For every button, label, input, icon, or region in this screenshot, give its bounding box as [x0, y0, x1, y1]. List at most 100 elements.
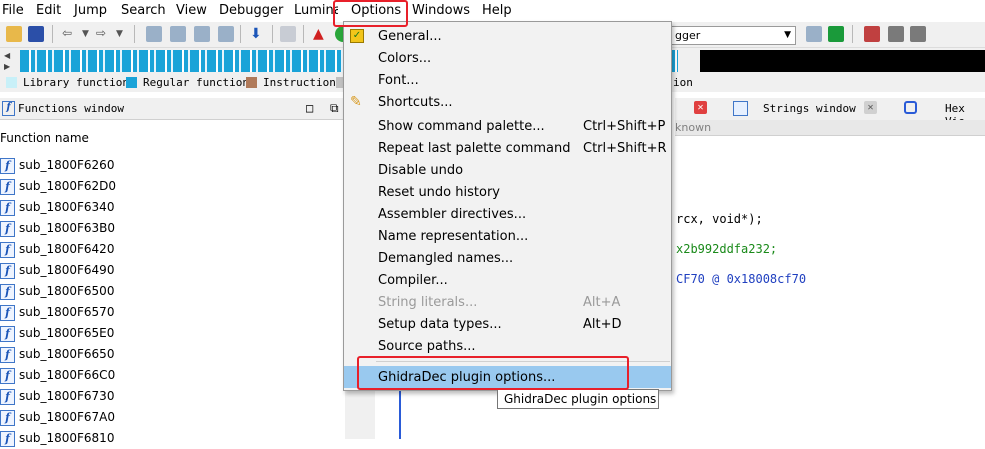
function-name: sub_1800F6730	[19, 389, 115, 403]
menu-item-demangled-names[interactable]: Demangled names...	[344, 247, 671, 269]
shortcut-label: Ctrl+Shift+R	[583, 141, 667, 156]
function-icon: f	[0, 179, 15, 195]
function-row[interactable]: f sub_1800F6570	[0, 302, 345, 323]
menu-item-name-representation[interactable]: Name representation...	[344, 225, 671, 247]
function-name-column: Function name	[0, 131, 89, 145]
function-row[interactable]: f sub_1800F63B0	[0, 218, 345, 239]
function-name: sub_1800F65E0	[19, 326, 115, 340]
legend-library-label: Library function	[23, 76, 129, 89]
toolbar-separator	[240, 25, 241, 43]
debugger-select[interactable]: gger ▼	[668, 26, 796, 45]
functions-column-header[interactable]: Function name	[0, 128, 345, 148]
edit-icon[interactable]	[280, 26, 296, 42]
forward-arrow-icon[interactable]: ⇨	[96, 26, 112, 42]
functions-window-title: Functions window	[18, 102, 124, 115]
menu-search[interactable]: Search	[121, 3, 166, 18]
search-sequence-icon[interactable]	[218, 26, 234, 42]
pseudocode-subheader: known	[675, 120, 985, 136]
breakpoints-icon[interactable]	[864, 26, 880, 42]
menu-item-string-literals: String literals... Alt+A	[378, 295, 621, 310]
function-row[interactable]: f sub_1800F6490	[0, 260, 345, 281]
function-row[interactable]: f sub_1800F6420	[0, 239, 345, 260]
code-line[interactable]: x2b992ddfa232;	[676, 242, 777, 256]
close-icon[interactable]: ✕	[694, 101, 707, 114]
restore-icon[interactable]: ⧉	[330, 101, 339, 116]
function-name: sub_1800F6500	[19, 284, 115, 298]
menu-debugger[interactable]: Debugger	[219, 3, 283, 18]
chevron-down-icon: ▼	[784, 30, 791, 40]
menu-item-source-paths[interactable]: Source paths...	[344, 335, 671, 357]
menu-item-shortcuts[interactable]: Shortcuts...	[344, 91, 671, 113]
toolbar-separator	[303, 25, 304, 43]
function-icon: f	[0, 326, 15, 342]
function-row[interactable]: f sub_1800F67A0	[0, 407, 345, 428]
maximize-icon[interactable]: □	[306, 101, 313, 115]
function-icon: f	[0, 200, 15, 216]
menu-file[interactable]: File	[2, 3, 24, 18]
shortcut-label: Alt+A	[583, 295, 621, 310]
search-binary-icon[interactable]	[146, 26, 162, 42]
menu-jump[interactable]: Jump	[74, 3, 107, 18]
menu-item-repeat-palette-command[interactable]: Repeat last palette command Ctrl+Shift+R	[344, 137, 671, 159]
strings-window-icon	[733, 101, 748, 116]
function-row[interactable]: f sub_1800F62D0	[0, 176, 345, 197]
function-icon: f	[0, 305, 15, 321]
toolbar-separator	[272, 25, 273, 43]
function-icon: f	[0, 431, 15, 447]
menu-item-setup-data-types[interactable]: Setup data types... Alt+D	[344, 313, 671, 335]
navigation-strip-unexplored[interactable]	[700, 50, 985, 72]
remove-tool-icon[interactable]	[910, 26, 926, 42]
menu-item-font[interactable]: Font...	[344, 69, 671, 91]
menu-item-show-command-palette[interactable]: Show command palette... Ctrl+Shift+P	[344, 115, 671, 137]
annotation-highlight-options-menu	[333, 0, 408, 27]
function-row[interactable]: f sub_1800F6340	[0, 197, 345, 218]
open-folder-icon[interactable]	[6, 26, 22, 42]
menu-item-assembler-directives[interactable]: Assembler directives...	[344, 203, 671, 225]
function-icon: f	[0, 410, 15, 426]
menu-lumina[interactable]: Lumina	[294, 3, 338, 18]
function-icon: f	[0, 263, 15, 279]
tooltip: GhidraDec plugin options	[497, 389, 659, 409]
function-row[interactable]: f sub_1800F6650	[0, 344, 345, 365]
warning-triangle-icon[interactable]: ▲	[313, 26, 329, 42]
search-immediate-icon[interactable]	[194, 26, 210, 42]
function-name: sub_1800F6260	[19, 158, 115, 172]
save-icon[interactable]	[28, 26, 44, 42]
debug-step-icon[interactable]	[806, 26, 822, 42]
function-icon: f	[0, 389, 15, 405]
code-line[interactable]: rcx, void*);	[676, 212, 763, 226]
function-name: sub_1800F67A0	[19, 410, 116, 424]
chevron-down-icon[interactable]: ▼	[116, 29, 132, 45]
back-arrow-icon[interactable]: ⇦	[62, 26, 78, 42]
code-line[interactable]: CF70 @ 0x18008cf70	[676, 272, 806, 286]
function-row[interactable]: f sub_1800F6260	[0, 155, 345, 176]
function-row[interactable]: f sub_1800F6500	[0, 281, 345, 302]
function-row[interactable]: f sub_1800F65E0	[0, 323, 345, 344]
add-tool-icon[interactable]	[888, 26, 904, 42]
function-icon: f	[0, 368, 15, 384]
shortcut-label: Alt+D	[583, 317, 622, 332]
jump-down-arrow-icon[interactable]: ⬇	[250, 26, 266, 42]
function-row[interactable]: f sub_1800F6730	[0, 386, 345, 407]
menu-edit[interactable]: Edit	[36, 3, 61, 18]
menu-item-general[interactable]: General...	[344, 25, 671, 47]
menu-item-reset-undo-history[interactable]: Reset undo history	[344, 181, 671, 203]
menu-windows[interactable]: Windows	[412, 3, 470, 18]
menu-view[interactable]: View	[176, 3, 207, 18]
search-text-icon[interactable]	[170, 26, 186, 42]
menu-help[interactable]: Help	[482, 3, 512, 18]
close-icon[interactable]: ✕	[864, 101, 877, 114]
functions-window-header: f Functions window □ ⧉	[0, 98, 345, 120]
options-dropdown-menu: ✓ ✎ General... Colors... Font... Shortcu…	[343, 21, 672, 391]
menu-item-compiler[interactable]: Compiler...	[344, 269, 671, 291]
annotation-highlight-plugin-item	[357, 356, 629, 390]
nav-scroll-arrows[interactable]: ◀ ▶	[4, 50, 16, 72]
menu-item-disable-undo[interactable]: Disable undo	[344, 159, 671, 181]
tab-strings-window[interactable]: Strings window	[763, 102, 856, 115]
debugger-select-value: gger	[675, 29, 701, 42]
menu-item-colors[interactable]: Colors...	[344, 47, 671, 69]
debug-attach-icon[interactable]	[828, 26, 844, 42]
tab-bar: ✕ Strings window ✕ Hex Vie	[675, 98, 985, 128]
shortcut-label: Ctrl+Shift+P	[583, 119, 666, 134]
function-row[interactable]: f sub_1800F66C0	[0, 365, 345, 386]
